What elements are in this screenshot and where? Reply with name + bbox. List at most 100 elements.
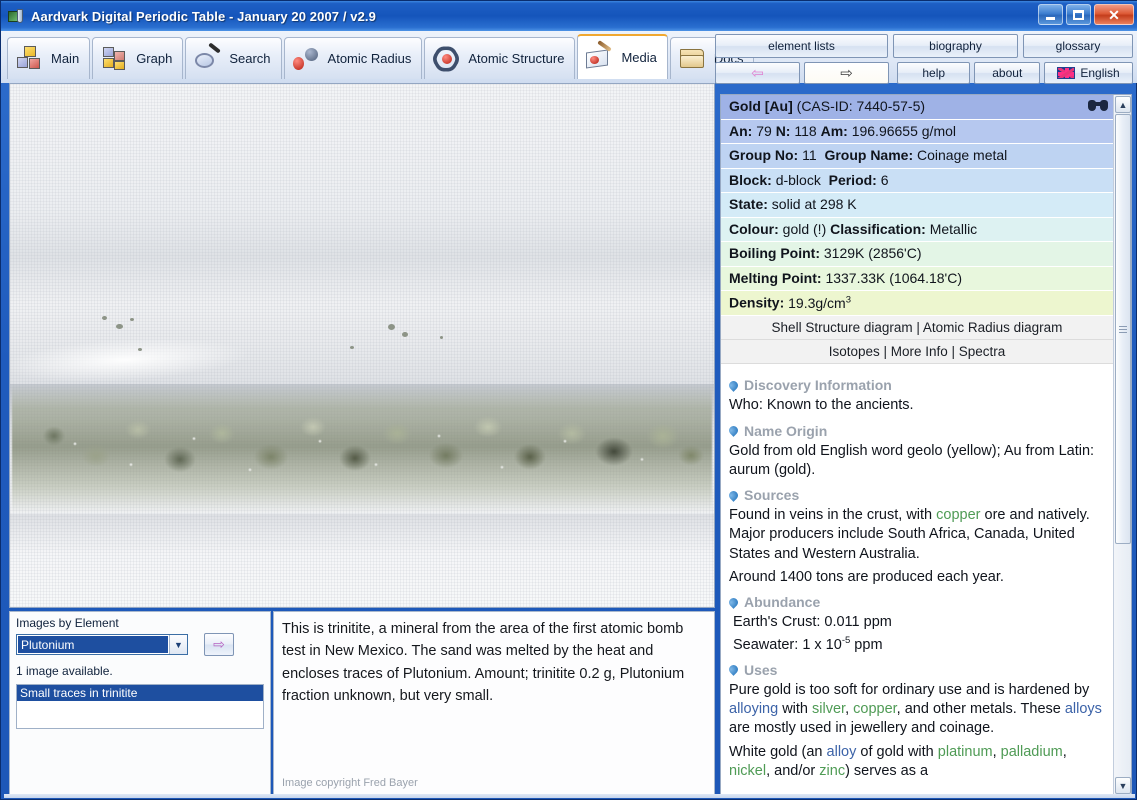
binoculars-icon[interactable] — [1088, 97, 1108, 113]
go-button[interactable]: ⇨ — [204, 633, 234, 656]
density-label: Density: — [729, 294, 785, 311]
trinitite-photo — [10, 84, 714, 607]
maximize-button[interactable] — [1066, 4, 1091, 25]
language-button[interactable]: English — [1044, 62, 1133, 84]
image-list[interactable]: Small traces in trinitite — [16, 684, 264, 729]
element-header-row: Gold [Au] (CAS-ID: 7440-57-5) — [721, 95, 1113, 120]
paint-photo-icon — [585, 39, 615, 72]
element-row-melting: Melting Point: 1337.33K (1064.18'C) — [721, 266, 1113, 292]
forward-button[interactable]: ⇨ — [804, 62, 889, 84]
link-zinc[interactable]: zinc — [819, 763, 845, 779]
tab-bar: Main Graph Search Atomic Radius Atomic S… — [7, 34, 756, 79]
melting-point-value: 1337.33K (1064.18'C) — [825, 269, 962, 286]
diagram-links-row[interactable]: Shell Structure diagram | Atomic Radius … — [721, 316, 1113, 341]
link-alloys[interactable]: alloys — [1065, 701, 1102, 717]
glossary-button[interactable]: glossary — [1023, 34, 1133, 58]
abundance-seawater: Seawater: 1 x 10-5 ppm — [733, 634, 883, 653]
scrollbar-thumb[interactable] — [1115, 114, 1131, 544]
tab-graph-label: Graph — [136, 51, 173, 66]
tab-main-label: Main — [51, 51, 80, 66]
section-abundance: Abundance — [727, 594, 1103, 611]
am-label: Am: — [820, 122, 848, 139]
element-row-colour: Colour: gold (!) Classification: Metalli… — [721, 217, 1113, 243]
element-row-group: Group No: 11 Group Name: Coinage metal — [721, 144, 1113, 169]
classification-value: Metallic — [929, 220, 978, 237]
section-title: Name Origin — [744, 422, 828, 439]
tab-atomic-radius-label: Atomic Radius — [327, 51, 412, 66]
link-copper[interactable]: copper — [853, 701, 897, 717]
back-button[interactable]: ⇦ — [715, 62, 800, 84]
link-platinum[interactable]: platinum — [938, 744, 993, 760]
element-row-block: Block: d-block Period: 6 — [721, 168, 1113, 194]
bullet-icon — [727, 424, 740, 437]
section-uses: Uses — [727, 661, 1103, 678]
link-nickel[interactable]: nickel — [729, 763, 766, 779]
toolbar-area: Main Graph Search Atomic Radius Atomic S… — [1, 31, 1137, 84]
sources-text: Found in veins in the crust, with copper… — [729, 507, 1090, 562]
close-icon: ✕ — [1108, 6, 1120, 23]
language-label: English — [1080, 66, 1120, 80]
link-alloying[interactable]: alloying — [729, 701, 778, 717]
section-title: Uses — [744, 661, 778, 678]
close-button[interactable]: ✕ — [1094, 4, 1134, 25]
group-no-label: Group No: — [729, 147, 799, 164]
sources-text-2: Around 1400 tons are produced each year. — [729, 568, 1004, 585]
element-info-panel: Gold [Au] (CAS-ID: 7440-57-5) An: 79 N: … — [720, 94, 1132, 796]
image-caption: This is trinitite, a mineral from the ar… — [282, 621, 685, 705]
list-item[interactable]: Small traces in trinitite — [17, 685, 263, 701]
chevron-down-icon[interactable]: ▼ — [169, 635, 187, 654]
scroll-up-button[interactable]: ▲ — [1115, 96, 1131, 113]
element-select[interactable]: Plutonium ▼ — [16, 634, 188, 655]
image-count-label: 1 image available. — [16, 664, 113, 678]
application-window: Aardvark Digital Periodic Table - Januar… — [0, 0, 1137, 800]
tab-media[interactable]: Media — [577, 34, 668, 79]
density-value: 19.3g/cm3 — [788, 294, 852, 311]
title-bar: Aardvark Digital Periodic Table - Januar… — [1, 1, 1137, 31]
tab-search[interactable]: Search — [185, 37, 282, 79]
link-palladium[interactable]: palladium — [1001, 744, 1063, 760]
section-title: Sources — [744, 487, 800, 504]
arrow-right-icon: ⇨ — [213, 636, 225, 652]
uses-text-2: White gold (an alloy of gold with platin… — [729, 743, 1067, 779]
colour-value: gold (!) — [782, 220, 827, 237]
melting-point-label: Melting Point: — [729, 269, 822, 286]
tab-atomic-radius[interactable]: Atomic Radius — [283, 37, 423, 79]
scroll-down-button[interactable]: ▼ — [1115, 777, 1131, 794]
bullet-icon — [727, 378, 740, 392]
section-title: Discovery Information — [744, 377, 892, 394]
name-origin-text: Gold from old English word geolo (yellow… — [729, 442, 1095, 478]
info-panel-scrollbar[interactable]: ▲ ▼ — [1113, 95, 1131, 795]
period-label: Period: — [828, 171, 877, 188]
tab-graph[interactable]: Graph — [92, 37, 184, 79]
minimize-button[interactable] — [1038, 4, 1063, 25]
element-lists-button[interactable]: element lists — [715, 34, 888, 58]
info-links-row[interactable]: Isotopes | More Info | Spectra — [721, 340, 1113, 365]
colour-label: Colour: — [729, 220, 779, 237]
section-title: Abundance — [744, 594, 821, 611]
about-button[interactable]: about — [974, 62, 1041, 84]
tab-atomic-structure[interactable]: Atomic Structure — [424, 37, 576, 79]
uk-flag-icon — [1057, 67, 1076, 79]
help-button[interactable]: help — [897, 62, 971, 84]
app-icon — [8, 8, 26, 24]
state-label: State: — [729, 196, 768, 213]
link-alloy[interactable]: alloy — [827, 744, 857, 760]
state-value: solid at 298 K — [771, 196, 857, 213]
element-row-density: Density: 19.3g/cm3 — [721, 291, 1113, 317]
link-copper[interactable]: copper — [936, 507, 980, 523]
window-controls: ✕ — [1038, 4, 1134, 25]
tab-main[interactable]: Main — [7, 37, 91, 79]
bullet-icon — [727, 595, 740, 609]
am-value: 196.96655 g/mol — [851, 122, 957, 139]
element-select-value: Plutonium — [18, 636, 168, 653]
link-silver[interactable]: silver — [812, 701, 845, 717]
secondary-toolbar-row-2: ⇦ ⇨ help about English — [715, 62, 1133, 84]
images-by-element-panel: Images by Element Plutonium ▼ ⇨ 1 image … — [9, 611, 271, 796]
group-no-value: 11 — [802, 147, 817, 164]
section-name-origin: Name Origin — [727, 422, 1103, 439]
section-sources: Sources — [727, 487, 1103, 504]
grip-icon — [1119, 325, 1127, 333]
bullet-icon — [727, 663, 740, 677]
media-image-viewer[interactable] — [9, 83, 715, 608]
biography-button[interactable]: biography — [893, 34, 1018, 58]
